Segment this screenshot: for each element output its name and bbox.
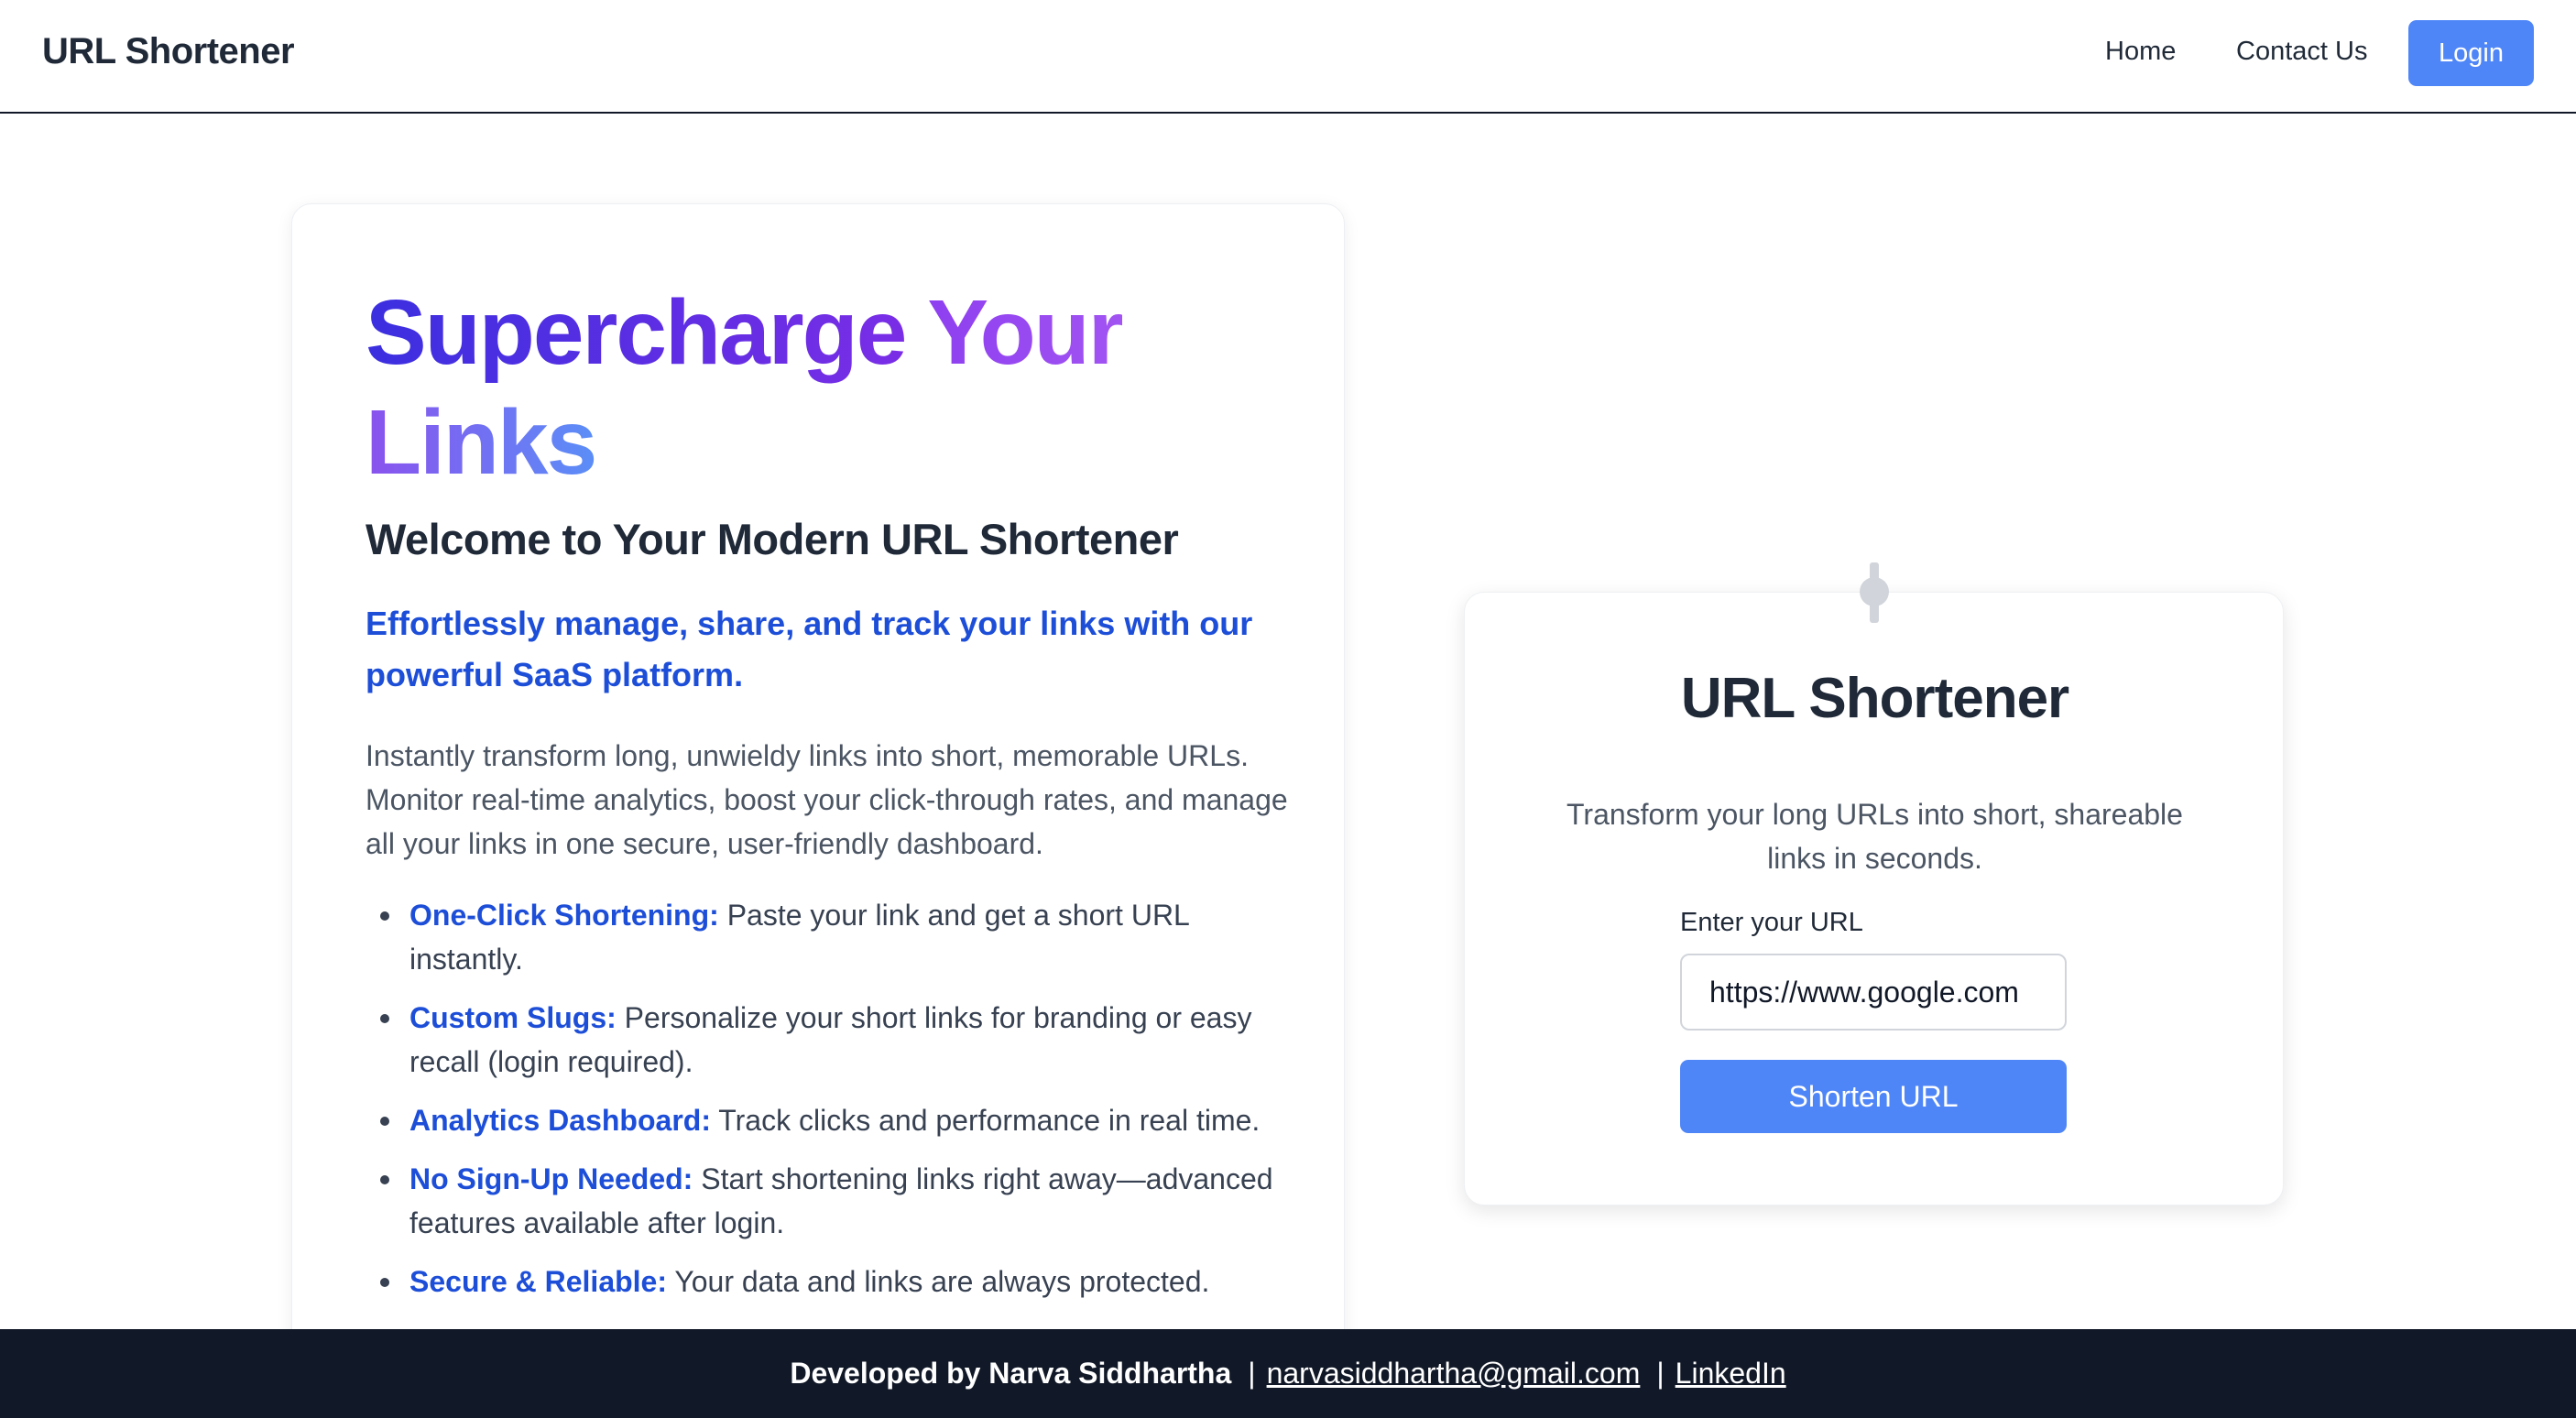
feature-title: Analytics Dashboard: xyxy=(409,1104,711,1137)
feature-title: No Sign-Up Needed: xyxy=(409,1162,693,1195)
login-button[interactable]: Login xyxy=(2408,20,2534,86)
shortener-subtitle: Transform your long URLs into short, sha… xyxy=(1566,798,2183,875)
bullet-icon xyxy=(380,1278,389,1287)
shortener-card: URL Shortener Transform your long URLs i… xyxy=(1464,592,2284,1205)
feature-item: Secure & Reliable: Your data and links a… xyxy=(366,1260,1291,1303)
feature-item: Custom Slugs: Personalize your short lin… xyxy=(366,996,1291,1084)
footer-linkedin-link[interactable]: LinkedIn xyxy=(1675,1357,1786,1391)
brand-title[interactable]: URL Shortener xyxy=(42,31,295,72)
bullet-icon xyxy=(380,1014,389,1023)
footer-email-link[interactable]: narvasiddhartha@gmail.com xyxy=(1267,1357,1641,1391)
bullet-icon xyxy=(380,911,389,921)
info-card: Supercharge Your Links Welcome to Your M… xyxy=(291,203,1345,1418)
feature-item: One-Click Shortening: Paste your link an… xyxy=(366,893,1291,981)
feature-title: One-Click Shortening: xyxy=(409,899,719,932)
footer-separator: | xyxy=(1656,1357,1665,1390)
hero-title-word-links: Links xyxy=(366,391,597,494)
nav-contact-link[interactable]: Contact Us xyxy=(2236,37,2367,67)
hero-title-word-your: Your xyxy=(927,281,1123,384)
feature-item: No Sign-Up Needed: Start shortening link… xyxy=(366,1157,1291,1245)
nav-home-link[interactable]: Home xyxy=(2105,37,2176,67)
shorten-url-button[interactable]: Shorten URL xyxy=(1680,1060,2067,1133)
feature-title: Secure & Reliable: xyxy=(409,1265,667,1298)
footer-developer: Developed by Narva Siddhartha xyxy=(790,1357,1232,1390)
hero-title-word-supercharge: Supercharge xyxy=(366,281,907,384)
footer-separator: | xyxy=(1248,1357,1256,1390)
url-input[interactable] xyxy=(1680,954,2067,1031)
url-input-label: Enter your URL xyxy=(1680,908,1863,937)
feature-text: Your data and links are always protected… xyxy=(667,1265,1210,1298)
hero-title: Supercharge Your Links xyxy=(366,278,1282,497)
feature-title: Custom Slugs: xyxy=(409,1001,617,1034)
tagline: Effortlessly manage, share, and track yo… xyxy=(366,605,1253,693)
bullet-icon xyxy=(380,1117,389,1126)
welcome-heading: Welcome to Your Modern URL Shortener xyxy=(366,515,1179,563)
bullet-icon xyxy=(380,1175,389,1184)
feature-item: Analytics Dashboard: Track clicks and pe… xyxy=(366,1098,1291,1142)
page: URL Shortener Home Contact Us Login Supe… xyxy=(0,0,2576,1418)
top-navbar: URL Shortener Home Contact Us Login xyxy=(0,0,2576,114)
shortener-title: URL Shortener xyxy=(1680,667,2069,730)
feature-text: Track clicks and performance in real tim… xyxy=(710,1104,1261,1137)
intro-paragraph: Instantly transform long, unwieldy links… xyxy=(366,739,1288,860)
footer: Developed by Narva Siddhartha | narvasid… xyxy=(0,1329,2576,1418)
pin-head-icon xyxy=(1860,577,1889,606)
features-list: One-Click Shortening: Paste your link an… xyxy=(366,893,1291,1318)
